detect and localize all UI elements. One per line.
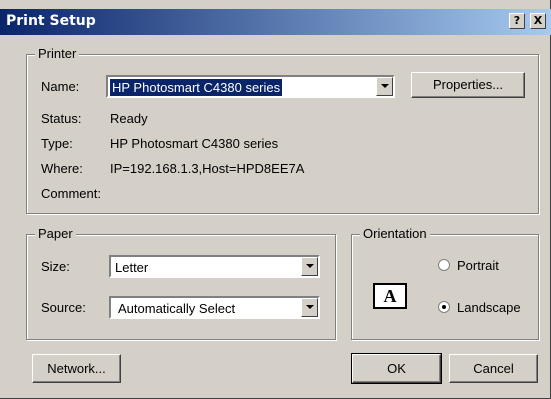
- status-value: Ready: [110, 111, 148, 126]
- paper-size-select[interactable]: Letter: [109, 255, 320, 278]
- portrait-label[interactable]: Portrait: [457, 258, 499, 273]
- paper-source-value: Automatically Select: [118, 301, 236, 316]
- comment-label: Comment:: [41, 186, 101, 201]
- name-label: Name:: [41, 79, 80, 94]
- cancel-button[interactable]: Cancel: [449, 354, 538, 383]
- printer-name-value: HP Photosmart C4380 series: [110, 79, 283, 96]
- printer-group-legend: Printer: [35, 46, 80, 61]
- chevron-down-icon[interactable]: [301, 257, 318, 276]
- chevron-down-icon[interactable]: [376, 77, 393, 96]
- size-label: Size:: [41, 259, 70, 274]
- type-value: HP Photosmart C4380 series: [110, 136, 279, 151]
- close-button[interactable]: X: [530, 13, 546, 29]
- paper-source-select[interactable]: Automatically Select: [109, 296, 320, 319]
- source-label: Source:: [41, 300, 86, 315]
- landscape-page-icon: A: [373, 283, 407, 309]
- where-value: IP=192.168.1.3,Host=HPD8EE7A: [110, 161, 305, 176]
- paper-group: Paper: [26, 226, 336, 340]
- ok-button[interactable]: OK: [351, 353, 442, 384]
- help-button[interactable]: ?: [509, 13, 525, 29]
- title-bar[interactable]: Print Setup ? X: [0, 9, 551, 35]
- orientation-group-legend: Orientation: [360, 226, 430, 241]
- paper-size-value: Letter: [115, 260, 149, 275]
- status-label: Status:: [41, 111, 82, 126]
- portrait-radio[interactable]: [438, 259, 450, 271]
- print-setup-dialog: Print Setup ? X Printer Name: HP Photosm…: [0, 0, 551, 399]
- landscape-label[interactable]: Landscape: [457, 300, 521, 315]
- where-label: Where:: [41, 161, 83, 176]
- chevron-down-icon[interactable]: [301, 298, 318, 317]
- printer-name-select[interactable]: HP Photosmart C4380 series: [106, 75, 395, 98]
- type-label: Type:: [41, 136, 73, 151]
- window-title: Print Setup: [6, 13, 96, 29]
- paper-group-legend: Paper: [35, 226, 76, 241]
- landscape-radio[interactable]: [438, 301, 450, 313]
- network-button[interactable]: Network...: [32, 354, 121, 383]
- properties-button[interactable]: Properties...: [411, 72, 525, 98]
